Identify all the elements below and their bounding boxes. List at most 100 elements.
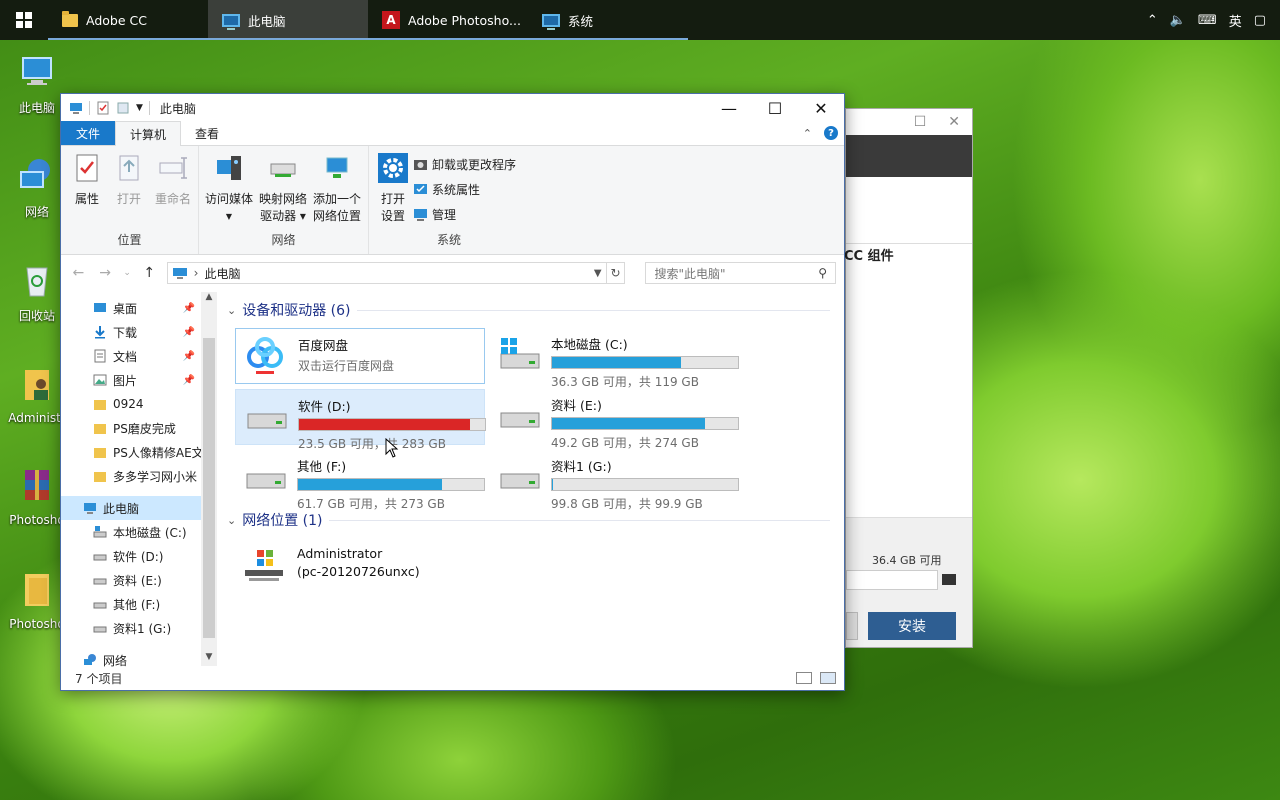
nav-item-drive-g[interactable]: 资料1 (G:)	[61, 616, 201, 640]
nav-item-pictures[interactable]: 图片 📌	[61, 368, 201, 392]
cancel-button[interactable]	[846, 612, 858, 640]
nav-item-folder[interactable]: PS人像精修AE文	[61, 440, 201, 464]
search-input[interactable]: 搜索"此电脑" ⚲	[645, 262, 836, 284]
taskbar-item-this-pc[interactable]: 此电脑	[208, 0, 368, 40]
uninstall-program-button[interactable]: 卸载或更改程序	[413, 156, 516, 173]
network-icon	[84, 654, 96, 665]
taskbar-item-photoshop[interactable]: A Adobe Photosho...	[368, 0, 528, 40]
system-properties-button[interactable]: 系统属性	[413, 181, 480, 198]
back-button[interactable]: ←	[69, 265, 88, 281]
nav-item-drive-e[interactable]: 资料 (E:)	[61, 568, 201, 592]
minimize-button[interactable]: —	[706, 94, 752, 122]
new-folder-icon[interactable]	[116, 101, 130, 115]
volume-icon[interactable]: 🔈	[1170, 13, 1186, 28]
baidu-netdisk-icon	[247, 337, 283, 374]
map-network-drive-button[interactable]: 映射网络 驱动器 ▾	[257, 152, 309, 225]
tab-file[interactable]: 文件	[61, 121, 116, 145]
media-server-icon	[217, 156, 241, 180]
taskbar-item-system[interactable]: 系统	[528, 0, 688, 40]
nav-scrollbar[interactable]: ▲ ▼	[201, 292, 217, 666]
folder-icon	[94, 472, 106, 482]
pin-icon[interactable]: 📌	[183, 327, 195, 338]
tile-drive-d[interactable]: 软件 (D:) 23.5 GB 可用，共 283 GB	[235, 389, 486, 451]
pin-icon[interactable]: 📌	[183, 303, 195, 314]
help-icon[interactable]: ?	[824, 126, 838, 140]
tile-network-media-player[interactable]: Administrator (pc-20120726unxc)	[235, 540, 485, 596]
close-button[interactable]: ✕	[798, 94, 844, 122]
address-bar-row: ← → ⌄ ↑ › 此电脑 ▼ ↻ 搜索"此电脑" ⚲	[61, 255, 844, 291]
install-button[interactable]: 安装	[868, 612, 956, 640]
nav-item-drive-c[interactable]: 本地磁盘 (C:)	[61, 520, 201, 544]
navigation-pane: 桌面 📌 下载 📌 文档 📌 图片 📌 0924 PS磨皮完成 PS人像精修AE…	[61, 292, 217, 668]
windows-icon	[16, 12, 32, 28]
start-button[interactable]	[0, 0, 48, 40]
tile-baidu-netdisk[interactable]: 百度网盘 双击运行百度网盘	[235, 328, 485, 384]
access-media-button[interactable]: 访问媒体 ▼	[203, 152, 255, 225]
search-placeholder: 搜索"此电脑"	[654, 266, 726, 281]
keyboard-icon[interactable]: ⌨	[1198, 13, 1217, 28]
taskbar: Adobe CC 此电脑 A Adobe Photosho... 系统 ⌃ 🔈 …	[0, 0, 1280, 40]
scroll-up-icon[interactable]: ▲	[201, 292, 217, 302]
maximize-button[interactable]: ☐	[752, 94, 798, 122]
tab-view[interactable]: 查看	[181, 121, 233, 145]
winrar-icon	[25, 470, 49, 500]
search-icon[interactable]: ⚲	[818, 266, 827, 280]
tile-drive-f[interactable]: 其他 (F:) 61.7 GB 可用，共 273 GB	[235, 450, 485, 511]
pin-icon[interactable]: 📌	[183, 375, 195, 386]
nav-item-folder[interactable]: PS磨皮完成	[61, 416, 201, 440]
collapse-ribbon-icon[interactable]: ⌃	[803, 127, 812, 140]
browse-folder-icon[interactable]	[942, 574, 956, 585]
close-icon[interactable]: ✕	[948, 114, 960, 130]
up-button[interactable]: ↑	[140, 265, 159, 281]
ime-indicator[interactable]: 英	[1229, 11, 1242, 30]
tile-drive-c[interactable]: 本地磁盘 (C:) 36.3 GB 可用，共 119 GB	[489, 328, 739, 389]
nav-item-desktop[interactable]: 桌面 📌	[61, 296, 201, 320]
properties-button[interactable]: 属性	[69, 152, 105, 208]
manage-button[interactable]: 管理	[413, 206, 456, 223]
maximize-icon[interactable]: ☐	[914, 114, 927, 130]
notification-icon[interactable]: ▢	[1254, 13, 1266, 28]
history-chevron-icon[interactable]: ⌄	[123, 268, 132, 278]
nav-item-this-pc[interactable]: 此电脑	[61, 496, 201, 520]
scrollbar-thumb[interactable]	[203, 338, 215, 638]
scroll-down-icon[interactable]: ▼	[201, 652, 217, 662]
installer-panel	[846, 243, 972, 517]
drive-usage-bar	[551, 417, 739, 430]
nav-item-drive-f[interactable]: 其他 (F:)	[61, 592, 201, 616]
properties-icon[interactable]	[96, 101, 110, 115]
tile-drive-g[interactable]: 资料1 (G:) 99.8 GB 可用，共 99.9 GB	[489, 450, 739, 511]
refresh-button[interactable]: ↻	[606, 262, 626, 284]
section-network-locations[interactable]: ⌄ 网络位置 (1)	[227, 508, 844, 532]
pin-icon[interactable]: 📌	[183, 351, 195, 362]
taskbar-item-adobe-cc[interactable]: Adobe CC	[48, 0, 208, 40]
nav-item-downloads[interactable]: 下载 📌	[61, 320, 201, 344]
chevron-up-icon[interactable]: ⌃	[1147, 13, 1158, 28]
rename-button[interactable]: 重命名	[151, 152, 195, 208]
nav-item-folder[interactable]: 多多学习网小米	[61, 464, 201, 488]
nav-item-folder[interactable]: 0924	[61, 392, 201, 416]
add-network-location-button[interactable]: 添加一个 网络位置	[311, 152, 363, 225]
chevron-down-icon[interactable]: ▼	[136, 103, 143, 113]
tile-drive-e[interactable]: 资料 (E:) 49.2 GB 可用，共 274 GB	[489, 389, 739, 450]
details-view-icon[interactable]	[796, 672, 812, 684]
nav-item-documents[interactable]: 文档 📌	[61, 344, 201, 368]
address-input[interactable]: › 此电脑 ▼	[166, 262, 607, 284]
section-devices[interactable]: ⌄ 设备和驱动器 (6)	[227, 298, 844, 322]
windows-media-player-icon	[245, 550, 283, 581]
system-drive-icon	[500, 338, 540, 369]
chevron-down-icon[interactable]: ▼	[594, 268, 602, 279]
install-path-input[interactable]	[846, 570, 938, 590]
large-icons-view-icon[interactable]	[820, 672, 836, 684]
chevron-down-icon[interactable]: ⌄	[227, 514, 236, 527]
open-settings-button[interactable]: 打开 设置	[375, 152, 411, 225]
chevron-down-icon[interactable]: ⌄	[227, 304, 236, 317]
forward-button[interactable]: →	[96, 265, 115, 281]
breadcrumb-chevron-icon[interactable]: ›	[194, 266, 199, 280]
explorer-window: ▼ 此电脑 — ☐ ✕ 文件 计算机 查看 ⌃ ? 属性 打开 重命名 位置 访…	[60, 93, 845, 691]
open-button[interactable]: 打开	[111, 152, 147, 208]
breadcrumb-this-pc[interactable]: 此电脑	[204, 265, 240, 282]
gear-icon	[378, 153, 408, 183]
tab-computer[interactable]: 计算机	[115, 121, 182, 146]
nav-item-drive-d[interactable]: 软件 (D:)	[61, 544, 201, 568]
computer-icon	[222, 13, 240, 30]
